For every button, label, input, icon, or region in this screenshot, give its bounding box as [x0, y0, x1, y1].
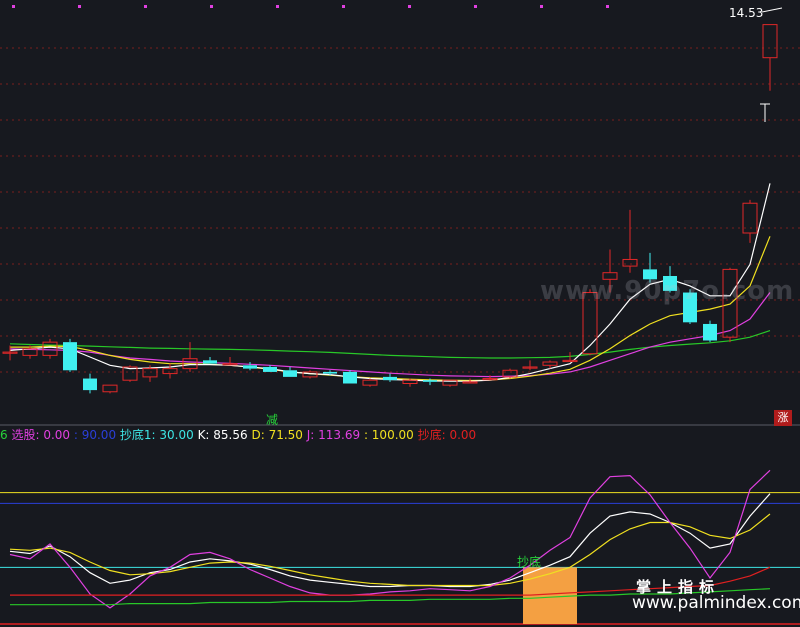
candle-body-up — [42, 341, 58, 356]
price-pointer-line — [761, 7, 783, 13]
candlesticks — [2, 24, 778, 394]
candle-body-up — [762, 24, 778, 59]
grid-top-dot — [540, 5, 543, 8]
ma-yellow-line — [10, 236, 771, 382]
watermark-main: www.90p7o.com — [540, 276, 795, 306]
series-line-D — [9, 513, 771, 587]
stock-chart — [0, 5, 800, 625]
grid-top-dot — [78, 5, 81, 8]
main-gridlines — [0, 5, 800, 373]
indicator-value-3: 抄底1: 30.00 — [116, 428, 194, 442]
candle-body-up — [742, 202, 758, 234]
grid-top-dot — [210, 5, 213, 8]
candle-body-up — [402, 379, 418, 385]
watermark-en: www.palmindex.com — [632, 593, 800, 613]
sell-marker: 减 — [266, 413, 279, 427]
candle-body-down — [83, 378, 97, 391]
indicator-value-4: K: 85.56 — [193, 428, 248, 442]
indicator-header: 6 选股: 0.00 : 90.00 抄底1: 30.00 K: 85.56 D… — [0, 426, 800, 444]
grid-top-dot — [342, 5, 345, 8]
candle-body-up — [362, 379, 378, 386]
candle-body-up — [542, 361, 558, 366]
indicator-value-1: 选股: 0.00 — [7, 428, 71, 442]
indicator-value-0: 6 — [0, 428, 8, 442]
candle-body-down — [703, 323, 717, 341]
candle-body-down — [283, 370, 297, 377]
candle-body-down — [263, 366, 277, 372]
grid-top-dot — [474, 5, 477, 8]
indicator-value-5: D: 71.50 — [247, 428, 303, 442]
candle-body-down — [243, 365, 257, 369]
candle-body-down — [343, 371, 357, 384]
grid-top-dot — [408, 5, 411, 8]
series-line-K — [9, 493, 771, 588]
candle-body-down — [203, 360, 217, 364]
grid-top-dot — [276, 5, 279, 8]
candle-body-down — [423, 380, 437, 382]
candle-body-up — [622, 258, 638, 267]
indicator-value-2: : 90.00 — [70, 428, 117, 442]
indicator-value-8: 抄底: 0.00 — [413, 428, 477, 442]
grid-top-dot — [144, 5, 147, 8]
grid-top-dot — [606, 5, 609, 8]
latest-price-label: 14.53 — [729, 6, 764, 20]
candle-body-down — [383, 376, 397, 381]
candle-body-up — [102, 384, 118, 393]
bottom-signal-label: 抄底 — [517, 555, 542, 569]
candle-body-down — [63, 342, 77, 371]
candle-body-up — [142, 368, 158, 378]
candle-body-down — [323, 371, 337, 374]
indicator-value-6: J: 113.69 — [302, 428, 361, 442]
indicator-value-7: : 100.00 — [360, 428, 414, 442]
ma-green-line — [9, 330, 771, 359]
candle-body-up — [162, 368, 178, 375]
limit-up-marker: 涨 — [774, 410, 792, 426]
grid-top-dot — [12, 5, 15, 8]
